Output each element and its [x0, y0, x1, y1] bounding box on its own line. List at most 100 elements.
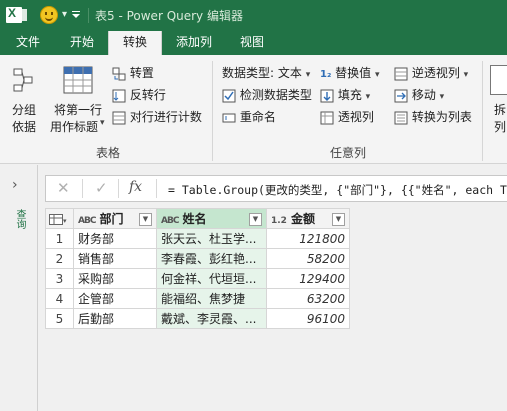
- move-icon: [394, 89, 408, 102]
- table-row[interactable]: 2 销售部 李春霞、彭红艳... 58200: [45, 248, 350, 269]
- table-cell[interactable]: 销售部: [73, 248, 157, 269]
- table-row[interactable]: 5 后勤部 戴斌、李灵霞、... 96100: [45, 308, 350, 329]
- column-header-amount[interactable]: 1.2 金额 ▼: [266, 208, 350, 229]
- pivot-column-button[interactable]: 透视列: [320, 108, 374, 125]
- table-cell[interactable]: 能福绍、焦梦捷: [156, 288, 267, 309]
- use-first-row-headers-button[interactable]: [63, 65, 93, 95]
- group-by-icon: [13, 68, 33, 92]
- group-by-label-1[interactable]: 分组: [12, 101, 36, 118]
- reverse-rows-label: 反转行: [129, 88, 166, 102]
- table-cell[interactable]: 企管部: [73, 288, 157, 309]
- column-filter-button[interactable]: ▼: [139, 213, 152, 226]
- rename-icon: [222, 113, 236, 122]
- table-cell[interactable]: 121800: [266, 228, 350, 249]
- excel-logo-icon: X: [6, 6, 22, 23]
- formula-bar-divider: [156, 179, 157, 198]
- split-column-label-2[interactable]: 列: [494, 118, 506, 135]
- convert-to-list-icon: [394, 111, 408, 124]
- table-header-icon: [63, 66, 93, 94]
- row-number[interactable]: 3: [45, 268, 74, 289]
- table-cell[interactable]: 96100: [266, 308, 350, 329]
- chevron-down-icon[interactable]: ▾: [100, 118, 105, 128]
- convert-to-list-button[interactable]: 转换为列表: [394, 108, 472, 125]
- tab-transform[interactable]: 转换: [108, 31, 163, 55]
- text-type-icon[interactable]: ABC: [78, 216, 96, 226]
- formula-bar: ✕ ✓ fx = Table.Group(更改的类型, {"部门"}, {{"姓…: [45, 175, 507, 202]
- pivot-column-label: 透视列: [337, 110, 374, 124]
- count-rows-icon: [112, 111, 126, 124]
- formula-bar-divider: [118, 179, 119, 198]
- transpose-button[interactable]: 转置: [112, 64, 154, 81]
- row-number[interactable]: 1: [45, 228, 74, 249]
- table-cell[interactable]: 63200: [266, 288, 350, 309]
- detect-data-type-button[interactable]: 检测数据类型: [222, 86, 312, 103]
- data-grid: ▾ ABC 部门 ▼ ABC 姓名 ▼ 1.2 金额 ▼ 1 财务部 张天云、杜玉学... …: [45, 208, 350, 329]
- smiley-feedback-icon[interactable]: [40, 6, 58, 24]
- column-header-name[interactable]: ABC 姓名 ▼: [156, 208, 267, 229]
- group-by-label-2[interactable]: 依据: [12, 118, 36, 135]
- queries-pane: › 查询: [0, 165, 38, 411]
- detect-data-type-label: 检测数据类型: [239, 88, 312, 102]
- table-row[interactable]: 3 采购部 何金祥、代垣垣... 129400: [45, 268, 350, 289]
- column-filter-button[interactable]: ▼: [332, 213, 345, 226]
- ribbon-panel: 分组 依据 将第一行 用作标题 ▾ 转置 反转行 对行进行计数 表格 数据类型:…: [0, 55, 507, 164]
- table-cell[interactable]: 采购部: [73, 268, 157, 289]
- formula-input[interactable]: = Table.Group(更改的类型, {"部门"}, {{"姓名", eac…: [168, 182, 507, 198]
- fill-label: 填充: [337, 88, 362, 102]
- pivot-column-icon: [320, 111, 334, 124]
- table-cell[interactable]: 张天云、杜玉学...: [156, 228, 267, 249]
- table-menu-button[interactable]: ▾: [45, 208, 74, 229]
- move-label: 移动: [411, 88, 436, 102]
- table-cell[interactable]: 财务部: [73, 228, 157, 249]
- table-row[interactable]: 1 财务部 张天云、杜玉学... 121800: [45, 228, 350, 249]
- row-number[interactable]: 5: [45, 308, 74, 329]
- table-cell[interactable]: 戴斌、李灵霞、...: [156, 308, 267, 329]
- use-first-row-label-1[interactable]: 将第一行: [54, 101, 102, 118]
- table-cell[interactable]: 后勤部: [73, 308, 157, 329]
- tab-view[interactable]: 视图: [226, 31, 278, 55]
- reverse-rows-icon: [112, 89, 126, 102]
- table-row[interactable]: 4 企管部 能福绍、焦梦捷 63200: [45, 288, 350, 309]
- fx-icon[interactable]: fx: [129, 179, 142, 195]
- use-first-row-label-2[interactable]: 用作标题: [50, 118, 98, 135]
- column-header-dept[interactable]: ABC 部门 ▼: [73, 208, 157, 229]
- table-cell[interactable]: 李春霞、彭红艳...: [156, 248, 267, 269]
- fill-button[interactable]: 填充 ▾: [320, 86, 370, 103]
- convert-to-list-label: 转换为列表: [411, 110, 472, 124]
- tab-file[interactable]: 文件: [2, 31, 54, 55]
- transpose-icon: [112, 67, 126, 80]
- row-number[interactable]: 2: [45, 248, 74, 269]
- count-rows-button[interactable]: 对行进行计数: [112, 108, 202, 125]
- tab-home[interactable]: 开始: [56, 31, 108, 55]
- replace-values-icon: 1₂: [320, 69, 332, 80]
- chevron-down-icon: ▾: [463, 70, 469, 80]
- customize-toolbar-icon[interactable]: [71, 9, 81, 19]
- chevron-down-icon[interactable]: ▾: [62, 9, 67, 20]
- count-rows-label: 对行进行计数: [129, 110, 202, 124]
- data-type-dropdown[interactable]: 数据类型: 文本 ▾: [222, 64, 310, 81]
- table-cell[interactable]: 58200: [266, 248, 350, 269]
- chevron-down-icon: ▾: [375, 70, 380, 80]
- decimal-type-icon[interactable]: 1.2: [271, 216, 287, 226]
- reverse-rows-button[interactable]: 反转行: [112, 86, 166, 103]
- chevron-down-icon: ▾: [365, 92, 371, 102]
- replace-values-button[interactable]: 1₂ 替换值 ▾: [320, 64, 380, 81]
- move-button[interactable]: 移动 ▾: [394, 86, 444, 103]
- split-column-icon[interactable]: [490, 65, 507, 95]
- rename-button[interactable]: 重命名: [222, 108, 276, 125]
- group-by-button[interactable]: [10, 65, 36, 95]
- close-icon[interactable]: ✕: [57, 179, 70, 197]
- table-cell[interactable]: 129400: [266, 268, 350, 289]
- split-column-label-1[interactable]: 拆: [494, 101, 506, 118]
- check-icon[interactable]: ✓: [95, 179, 108, 197]
- queries-pane-label[interactable]: 查询: [12, 209, 27, 229]
- tab-add-column[interactable]: 添加列: [162, 31, 226, 55]
- detect-type-icon: [222, 89, 236, 102]
- row-number[interactable]: 4: [45, 288, 74, 309]
- chevron-right-icon[interactable]: ›: [12, 177, 18, 193]
- column-filter-button[interactable]: ▼: [249, 213, 262, 226]
- text-type-icon[interactable]: ABC: [161, 216, 179, 226]
- table-cell[interactable]: 何金祥、代垣垣...: [156, 268, 267, 289]
- table-group-label: 表格: [96, 146, 121, 160]
- unpivot-columns-button[interactable]: 逆透视列 ▾: [394, 64, 468, 81]
